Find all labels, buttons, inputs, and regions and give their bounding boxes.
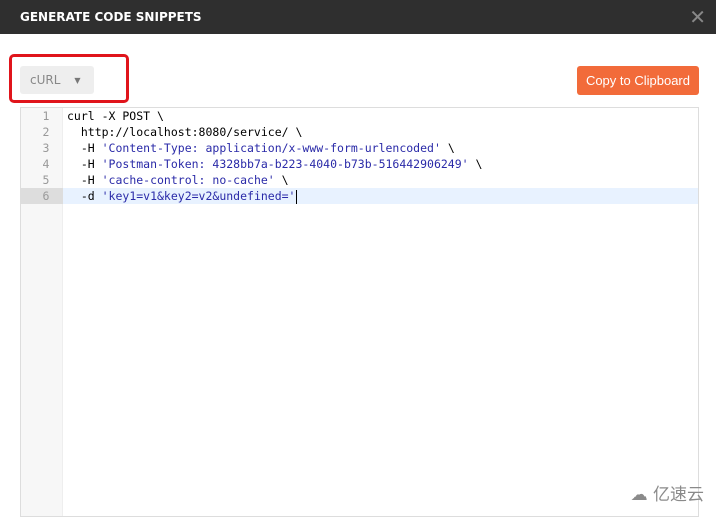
code-token: 'cache-control: no-cache' (101, 173, 275, 187)
code-token: curl -X POST \ (67, 109, 164, 123)
code-line: 5 -H 'cache-control: no-cache' \ (21, 172, 698, 188)
code-text: http://localhost:8080/service/ \ (67, 124, 303, 140)
code-token: -d (67, 189, 102, 203)
line-number: 6 (21, 188, 63, 204)
line-number: 2 (42, 125, 50, 139)
text-cursor (295, 189, 297, 204)
watermark-logo: ☁ 亿速云 (630, 485, 704, 505)
code-token: 'Content-Type: application/x-www-form-ur… (101, 141, 441, 155)
code-token: 'key1=v1&key2=v2&undefined=' (101, 189, 296, 203)
code-token: http://localhost:8080/service/ \ (67, 125, 303, 139)
modal-header: GENERATE CODE SNIPPETS ✕ (0, 0, 716, 34)
code-text: -d 'key1=v1&key2=v2&undefined=' (67, 188, 297, 204)
line-number: 4 (42, 157, 50, 171)
code-token: -H (67, 141, 102, 155)
code-text: -H 'Content-Type: application/x-www-form… (67, 140, 455, 156)
code-line: 2 http://localhost:8080/service/ \ (21, 124, 698, 140)
code-line: 1 curl -X POST \ (21, 108, 698, 124)
code-token: \ (468, 157, 483, 171)
code-line: 3 -H 'Content-Type: application/x-www-fo… (21, 140, 698, 156)
code-token: 'Postman-Token: 4328bb7a-b223-4040-b73b-… (101, 157, 469, 171)
code-text: -H 'cache-control: no-cache' \ (67, 172, 289, 188)
line-number: 1 (42, 109, 50, 123)
modal-title: GENERATE CODE SNIPPETS (20, 10, 202, 24)
code-editor[interactable]: 1 curl -X POST \ 2 http://localhost:8080/s… (20, 107, 699, 517)
code-line: 4 -H 'Postman-Token: 4328bb7a-b223-4040-… (21, 156, 698, 172)
annotation-highlight-box (9, 54, 129, 103)
code-token: \ (274, 173, 289, 187)
line-number: 5 (42, 173, 50, 187)
code-token: -H (67, 157, 102, 171)
line-number: 3 (42, 141, 50, 155)
close-icon[interactable]: ✕ (689, 5, 706, 29)
copy-to-clipboard-button[interactable]: Copy to Clipboard (576, 66, 699, 95)
code-text: curl -X POST \ (67, 108, 164, 124)
code-line: 6 -d 'key1=v1&key2=v2&undefined=' (21, 188, 698, 204)
code-token: -H (67, 173, 102, 187)
code-token: \ (440, 141, 455, 155)
code-text: -H 'Postman-Token: 4328bb7a-b223-4040-b7… (67, 156, 483, 172)
